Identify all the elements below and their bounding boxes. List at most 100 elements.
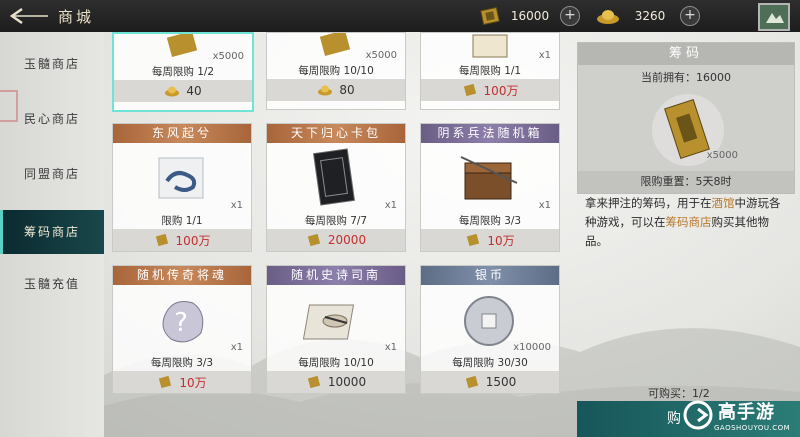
- item-quantity: x1: [230, 342, 243, 353]
- price-value: 40: [186, 84, 202, 98]
- item-art: x10000: [421, 285, 559, 355]
- chip-icon: [307, 234, 321, 246]
- chip-currency: 16000 +: [480, 5, 580, 27]
- item-art: x1: [421, 33, 559, 63]
- price-bar: 40: [114, 80, 252, 102]
- top-bar: 商城 16000 + 3260 +: [0, 0, 800, 32]
- price-bar: 100万: [113, 229, 251, 251]
- purchase-limit: 每周限购 30/30: [452, 357, 528, 369]
- detail-title: 筹码: [578, 43, 794, 65]
- item-name: 随机传奇将魂: [113, 266, 251, 285]
- item-art: x1: [267, 143, 405, 213]
- ingot-count: 3260: [634, 9, 666, 23]
- sidebar-item-morale-shop[interactable]: 民心商店: [0, 97, 104, 141]
- shop-card[interactable]: x5000 每周限购 10/10 80: [266, 29, 406, 110]
- chip-icon: [463, 84, 476, 96]
- price-bar: 10000: [267, 371, 405, 393]
- item-art: ? x1: [113, 285, 251, 355]
- item-quantity: x5000: [365, 50, 397, 61]
- watermark-text: 高手游: [718, 402, 775, 423]
- chip-icon: [480, 7, 500, 25]
- detail-item-art: x5000: [638, 91, 738, 169]
- item-quantity: x1: [538, 200, 551, 211]
- desc-text: 拿来押注的筹码，用于在: [585, 196, 712, 210]
- purchase-limit: 每周限购 7/7: [304, 215, 368, 227]
- shop-card[interactable]: 东风起兮 x1 限购 1/1 100万: [112, 123, 252, 252]
- chip-icon: [465, 376, 478, 388]
- chip-count: 16000: [510, 9, 550, 23]
- shop-card[interactable]: 阴系兵法随机箱 x1 每周限购 3/3 10万: [420, 123, 560, 252]
- shop-card[interactable]: 随机史诗司南 x1 每周限购 10/10 10000: [266, 265, 406, 394]
- price-bar: 80: [267, 79, 405, 101]
- sidebar-item-alliance-shop[interactable]: 同盟商店: [0, 152, 104, 196]
- back-arrow-icon[interactable]: [8, 3, 52, 29]
- limit-reset-timer: 限购重置：5天8时: [578, 171, 794, 193]
- price-bar: 10万: [421, 229, 559, 251]
- price-value: 20000: [327, 233, 367, 247]
- item-quantity: x1: [230, 200, 243, 211]
- purchase-limit: 每周限购 3/3: [150, 357, 214, 369]
- desc-highlight-tavern[interactable]: 酒馆: [712, 196, 735, 210]
- shop-card[interactable]: 随机传奇将魂 ? x1 每周限购 3/3 10万: [112, 265, 252, 394]
- sidebar: 玉髓商店 民心商店 同盟商店 筹码商店 玉髓充值: [0, 32, 104, 437]
- item-name: 东风起兮: [113, 124, 251, 143]
- item-quantity: x1: [384, 200, 397, 211]
- price-value: 1500: [485, 375, 517, 389]
- chip-icon: [307, 376, 321, 388]
- item-name: 随机史诗司南: [267, 266, 405, 285]
- detail-quantity: x5000: [706, 150, 738, 161]
- shop-card[interactable]: x1 每周限购 1/1 100万: [420, 32, 560, 110]
- purchase-limit: 每周限购 1/1: [458, 65, 522, 77]
- add-ingot-button[interactable]: +: [680, 6, 700, 26]
- item-quantity: x1: [384, 342, 397, 353]
- item-art: x5000: [267, 29, 405, 63]
- svg-text:?: ?: [174, 308, 188, 338]
- item-quantity: x5000: [212, 51, 244, 62]
- item-art: x1: [267, 285, 405, 355]
- chip-icon: [155, 234, 168, 246]
- shop-card[interactable]: 银币 x10000 每周限购 30/30 1500: [420, 265, 560, 394]
- ingot-currency: 3260 +: [596, 5, 700, 27]
- add-chip-button[interactable]: +: [560, 6, 580, 26]
- item-art: x1: [113, 143, 251, 213]
- shop-card[interactable]: x5000 每周限购 1/2 40: [112, 30, 254, 112]
- price-value: 10万: [487, 233, 515, 248]
- chip-icon: [467, 234, 480, 246]
- price-value: 100万: [175, 233, 211, 248]
- price-value: 10万: [179, 375, 207, 390]
- item-name: 天下归心卡包: [267, 124, 405, 143]
- gold-ingot-icon: [597, 10, 619, 24]
- item-quantity: x1: [538, 50, 551, 61]
- page-title: 商城: [58, 8, 95, 26]
- purchase-limit: 每周限购 3/3: [458, 215, 522, 227]
- chip-icon: [159, 376, 172, 388]
- scroll-menu-icon[interactable]: [758, 3, 790, 31]
- purchase-limit: 每周限购 1/2: [151, 66, 215, 78]
- price-bar: 100万: [421, 79, 559, 101]
- item-name: 银币: [421, 266, 559, 285]
- item-detail-panel: 筹码 当前拥有：16000 x5000 限购重置：5天8时: [577, 42, 795, 194]
- sidebar-item-jade-shop[interactable]: 玉髓商店: [0, 42, 104, 86]
- price-bar: 20000: [267, 229, 405, 251]
- price-value: 80: [339, 83, 355, 97]
- price-value: 100万: [483, 83, 519, 98]
- price-value: 10000: [327, 375, 367, 389]
- owned-count: 当前拥有：16000: [641, 71, 731, 84]
- purchase-limit: 每周限购 10/10: [298, 357, 374, 369]
- item-name: 阴系兵法随机箱: [421, 124, 559, 143]
- desc-highlight-chip-shop[interactable]: 筹码商店: [666, 215, 712, 229]
- gold-ingot-icon: [165, 86, 180, 97]
- item-quantity: x10000: [513, 342, 551, 353]
- purchase-limit: 每周限购 10/10: [298, 65, 374, 77]
- item-art: x5000: [114, 30, 252, 64]
- sidebar-item-jade-recharge[interactable]: 玉髓充值: [0, 262, 104, 306]
- price-bar: 1500: [421, 371, 559, 393]
- price-bar: 10万: [113, 371, 251, 393]
- item-art: x1: [421, 143, 559, 213]
- shop-card[interactable]: 天下归心卡包 x1 每周限购 7/7 20000: [266, 123, 406, 252]
- item-description: 拿来押注的筹码，用于在酒馆中游玩各种游戏，可以在筹码商店购买其他物品。: [585, 194, 791, 251]
- purchase-limit: 限购 1/1: [161, 215, 203, 227]
- gold-ingot-icon: [318, 85, 333, 96]
- watermark-subtext: GAOSHOUYOU.COM: [714, 424, 791, 432]
- sidebar-item-chip-shop[interactable]: 筹码商店: [0, 210, 104, 254]
